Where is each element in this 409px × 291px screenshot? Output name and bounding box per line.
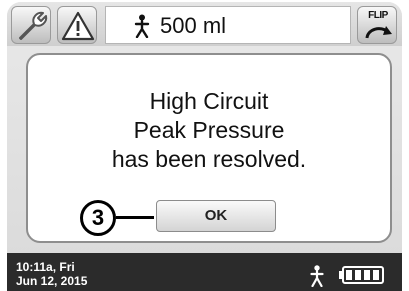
- date-label: Jun 12, 2015: [16, 274, 88, 288]
- volume-display: 500 ml: [105, 6, 351, 44]
- battery-bar: [364, 270, 370, 280]
- alarm-button[interactable]: [57, 6, 97, 44]
- message-line-2: Peak Pressure: [133, 117, 285, 143]
- battery-bar: [373, 270, 379, 280]
- datetime: 10:11a, Fri Jun 12, 2015: [16, 260, 87, 288]
- dialog-message: High Circuit Peak Pressure has been reso…: [28, 87, 390, 174]
- top-status-bar: 500 ml FLIP: [7, 2, 402, 46]
- message-line-1: High Circuit: [149, 88, 269, 114]
- ok-button[interactable]: OK: [156, 200, 276, 232]
- wrench-icon: [19, 11, 48, 40]
- pump-screen: 500 ml FLIP High Circuit Peak Pressure h…: [7, 2, 402, 291]
- warning-icon: [61, 11, 95, 41]
- time-label: 10:11a, Fri: [16, 260, 75, 274]
- battery-icon: [342, 266, 384, 284]
- pump-device: 500 ml FLIP High Circuit Peak Pressure h…: [0, 0, 409, 291]
- bottom-status-bar: 10:11a, Fri Jun 12, 2015: [7, 253, 402, 291]
- callout-leader-line: [116, 216, 154, 219]
- battery-bar: [346, 270, 352, 280]
- flip-icon: [365, 26, 392, 39]
- flip-button[interactable]: FLIP: [357, 6, 397, 44]
- battery-bar: [355, 270, 361, 280]
- message-line-3: has been resolved.: [111, 146, 307, 172]
- person-icon: [134, 14, 150, 38]
- person-icon: [310, 265, 324, 287]
- settings-button[interactable]: [11, 6, 51, 44]
- volume-value: 500 ml: [160, 13, 227, 38]
- step-callout: 3: [80, 200, 116, 236]
